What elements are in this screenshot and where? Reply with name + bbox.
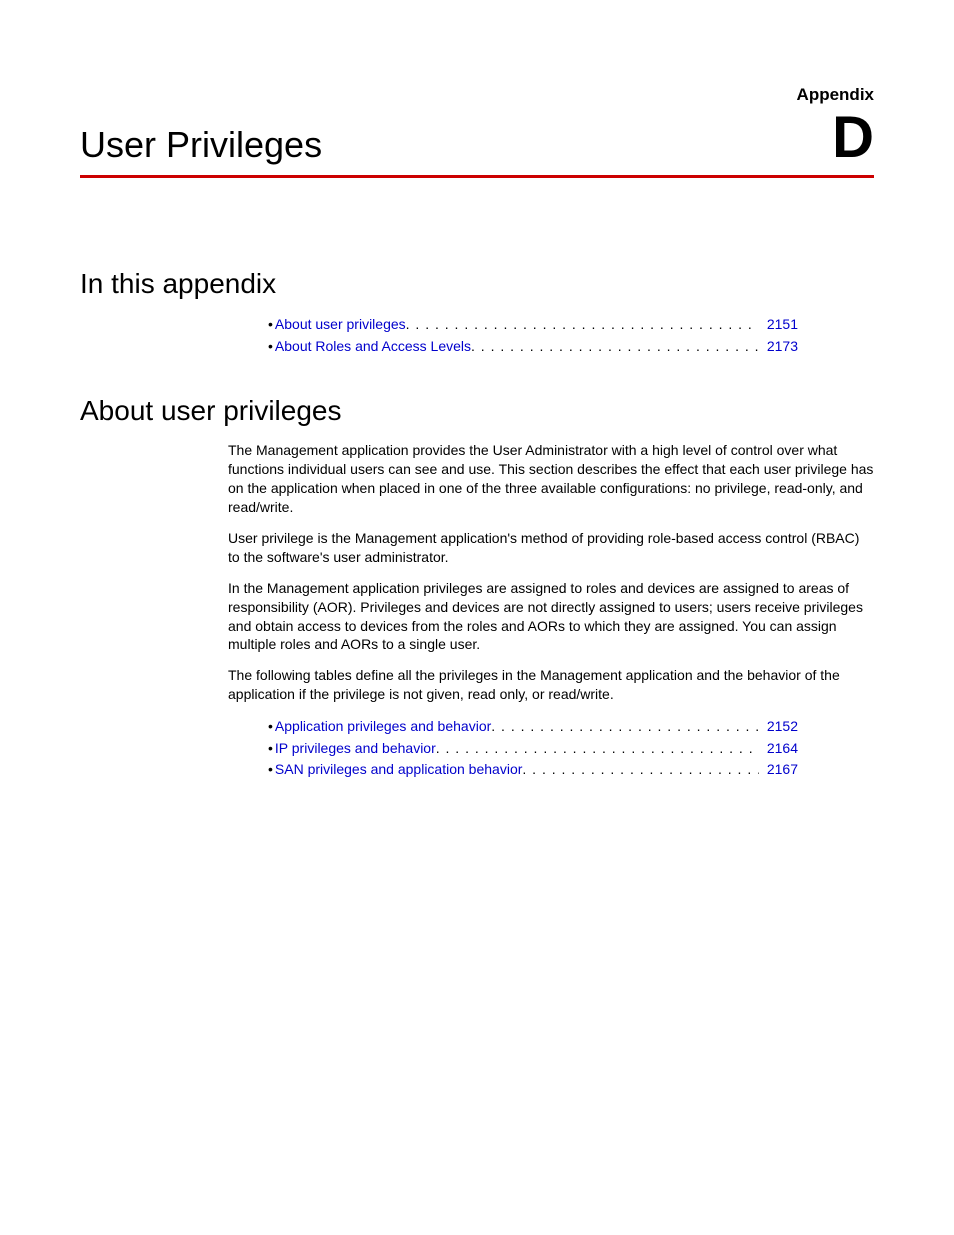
heading-in-this-appendix: In this appendix — [80, 268, 874, 300]
toc-page-number[interactable]: 2151 — [759, 314, 798, 336]
paragraph: The Management application provides the … — [228, 441, 874, 517]
bullet-icon: • — [268, 716, 273, 738]
toc-link[interactable]: Application privileges and behavior — [275, 716, 491, 738]
chapter-letter: D — [832, 109, 874, 167]
toc-item: • Application privileges and behavior 21… — [268, 716, 798, 738]
chapter-title: User Privileges — [80, 124, 322, 166]
toc-link[interactable]: IP privileges and behavior — [275, 738, 436, 760]
toc-link[interactable]: About Roles and Access Levels — [275, 336, 471, 358]
toc-leader-dots — [491, 716, 759, 738]
toc-item: • About user privileges 2151 — [268, 314, 798, 336]
toc-list-about: • Application privileges and behavior 21… — [268, 716, 798, 781]
section-in-this-appendix: In this appendix • About user privileges… — [80, 268, 874, 357]
toc-page-number[interactable]: 2152 — [759, 716, 798, 738]
paragraph: In the Management application privileges… — [228, 579, 874, 655]
toc-leader-dots — [436, 738, 759, 760]
toc-leader-dots — [522, 759, 758, 781]
section-about-user-privileges: About user privileges The Management app… — [80, 395, 874, 781]
heading-about-user-privileges: About user privileges — [80, 395, 874, 427]
toc-leader-dots — [471, 336, 759, 358]
toc-item: • About Roles and Access Levels 2173 — [268, 336, 798, 358]
toc-item: • SAN privileges and application behavio… — [268, 759, 798, 781]
toc-page-number[interactable]: 2167 — [759, 759, 798, 781]
bullet-icon: • — [268, 738, 273, 760]
paragraph: The following tables define all the priv… — [228, 666, 874, 704]
chapter-header: Appendix User Privileges D — [80, 85, 874, 178]
page: Appendix User Privileges D In this appen… — [0, 0, 954, 1235]
title-row: User Privileges D — [80, 109, 874, 167]
paragraph: User privilege is the Management applica… — [228, 529, 874, 567]
toc-page-number[interactable]: 2164 — [759, 738, 798, 760]
bullet-icon: • — [268, 759, 273, 781]
toc-page-number[interactable]: 2173 — [759, 336, 798, 358]
toc-item: • IP privileges and behavior 2164 — [268, 738, 798, 760]
toc-leader-dots — [406, 314, 759, 336]
appendix-label: Appendix — [80, 85, 874, 105]
bullet-icon: • — [268, 314, 273, 336]
toc-list-in-this: • About user privileges 2151 • About Rol… — [268, 314, 798, 357]
toc-link[interactable]: About user privileges — [275, 314, 406, 336]
toc-link[interactable]: SAN privileges and application behavior — [275, 759, 522, 781]
bullet-icon: • — [268, 336, 273, 358]
chapter-rule — [80, 175, 874, 178]
